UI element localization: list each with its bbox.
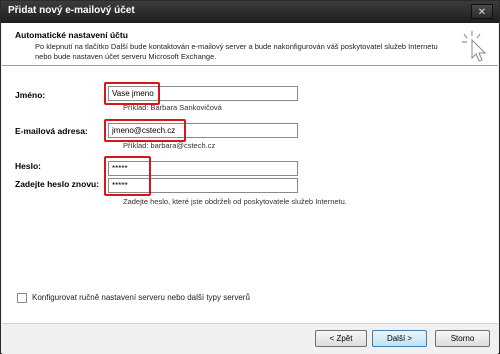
password-hint: Zadejte heslo, které jste obdrželi od po…	[123, 197, 347, 206]
email-label: E-mailová adresa:	[15, 126, 88, 136]
close-button[interactable]: ✕	[471, 4, 493, 19]
name-input-highlight	[104, 82, 160, 105]
button-bar: < Zpět Další > Storno	[2, 323, 498, 354]
next-button[interactable]: Další >	[372, 330, 427, 347]
section-description: Po klepnutí na tlačítko Další bude konta…	[35, 42, 438, 61]
manual-config-label[interactable]: Konfigurovat ručně nastavení serveru neb…	[32, 293, 250, 302]
back-button[interactable]: < Zpět	[315, 330, 367, 347]
name-hint: Příklad: Barbara Sankovičová	[123, 103, 222, 112]
cancel-button[interactable]: Storno	[435, 330, 490, 347]
cursor-click-icon	[462, 31, 487, 62]
email-input-highlight	[104, 119, 186, 142]
header-panel: Automatické nastavení účtu Po klepnutí n…	[2, 23, 498, 66]
add-email-account-dialog: Přidat nový e-mailový účet ✕ Automatické…	[0, 0, 500, 354]
password-fields-highlight	[104, 156, 151, 196]
form-area: Jméno: Vase jmeno Příklad: Barbara Sanko…	[2, 66, 498, 323]
password-label: Heslo:	[15, 161, 41, 171]
section-title: Automatické nastavení účtu	[15, 30, 128, 40]
title-bar[interactable]: Přidat nový e-mailový účet ✕	[1, 1, 499, 23]
email-hint: Příklad: barbara@cstech.cz	[123, 141, 216, 150]
manual-config-checkbox[interactable]	[17, 293, 27, 303]
password-repeat-label: Zadejte heslo znovu:	[15, 179, 100, 189]
name-label: Jméno:	[15, 90, 46, 100]
window-title: Přidat nový e-mailový účet	[8, 5, 135, 16]
